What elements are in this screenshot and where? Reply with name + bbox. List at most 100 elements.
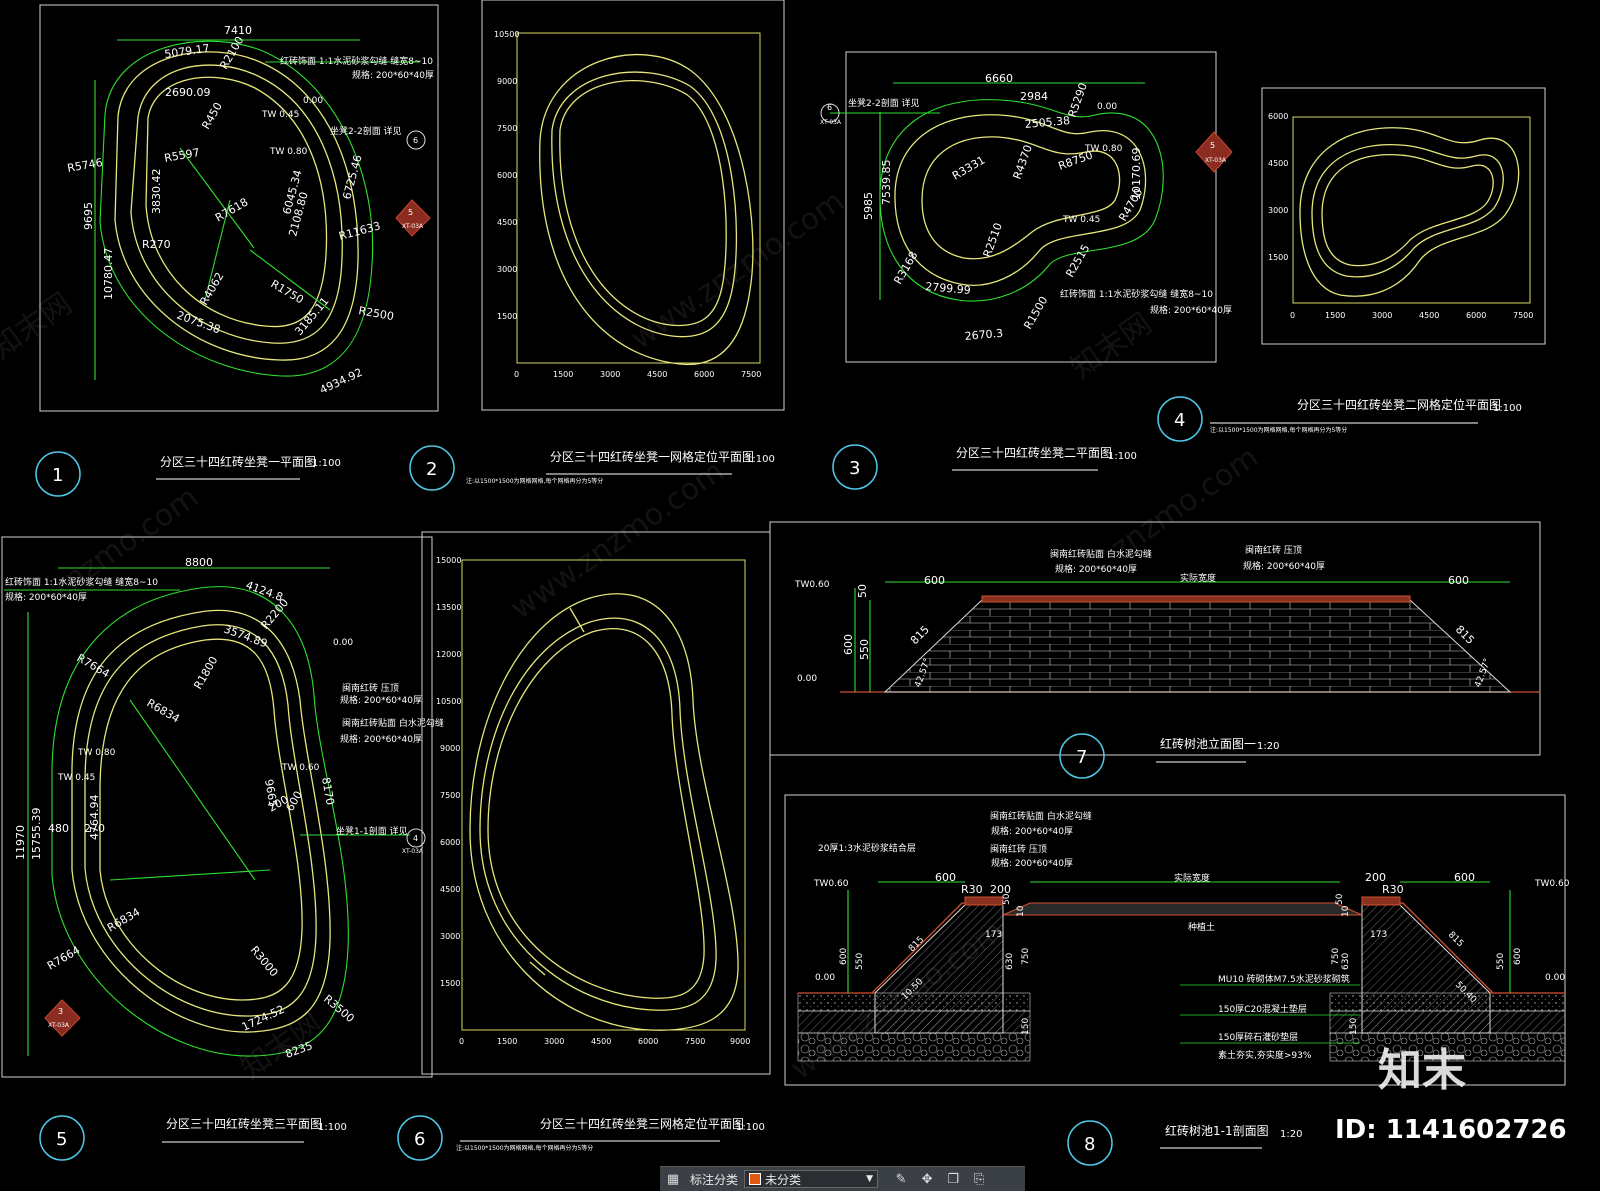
dim-text: 550 [858, 639, 871, 660]
outline-mid [479, 617, 717, 1011]
dim-text: 550 [1496, 953, 1506, 970]
grid-note: 注:以1500*1500为网格网格,每个网格再分为5等分 [456, 1144, 593, 1152]
grid-icon[interactable]: ▦ [662, 1169, 684, 1189]
leader-label: 规格: 200*60*40厚 [991, 857, 1073, 869]
leader-label: 规格: 200*60*40厚 [5, 591, 87, 603]
title-block-3: 3 分区三十四红砖坐凳二平面图 1:100 [832, 444, 1137, 490]
dim-text: R1750 [269, 277, 306, 306]
viewport-frame [481, 0, 785, 411]
dim-text: R30 [961, 883, 983, 896]
leader-label: 150厚碎石灌砂垫层 [1218, 1031, 1298, 1043]
callout-ref: XT-03A [1205, 157, 1227, 164]
view-scale: 1:100 [1493, 403, 1522, 414]
view-scale: 1:100 [312, 458, 341, 469]
tick-label: 6000 [638, 1037, 658, 1046]
callout-number: 4 [413, 834, 418, 843]
leader-label: 0.00 [1097, 102, 1117, 112]
viewport-frame [1, 536, 433, 1078]
view-number: 6 [414, 1129, 425, 1150]
dim-text: 600 [1513, 948, 1523, 965]
y-ticks: 6000 4500 3000 1500 [1268, 112, 1288, 262]
leader-label: 0.00 [333, 638, 353, 648]
copy-icon[interactable]: ❐ [942, 1169, 964, 1189]
dim-text: 600 [839, 948, 849, 965]
tick-label: 4500 [1419, 311, 1439, 320]
dim-text: 8800 [185, 556, 213, 569]
image-id: ID: 1141602726 [1335, 1115, 1567, 1145]
dim-text: R6834 [145, 696, 182, 725]
dim-text: 750 [1331, 948, 1341, 965]
tick-label: 1500 [553, 370, 573, 379]
dim-text: 9695 [82, 202, 95, 230]
tick-label: 4500 [497, 218, 517, 227]
leader-label: TW 0.60 [281, 763, 320, 773]
leader-label: 素土夯实,夯实度>93% [1218, 1049, 1312, 1061]
annotation-toolbar: ▦ 标注分类 未分类 ▼ ✎ ✥ ❐ ⎘ [660, 1166, 1025, 1191]
dim-text: 10170.69 [1130, 148, 1143, 201]
move-icon[interactable]: ✥ [916, 1169, 938, 1189]
leader-label: 规格: 200*60*40厚 [340, 733, 422, 745]
paste-icon[interactable]: ⎘ [968, 1169, 990, 1189]
callout-number: 3 [58, 1007, 63, 1016]
leader-label: 闽南红砖 压顶 [1245, 544, 1302, 556]
view-title: 分区三十四红砖坐凳二网格定位平面图 [1297, 397, 1501, 412]
tick-label: 1500 [440, 979, 460, 988]
tick-label: 13500 [436, 603, 461, 612]
dim-text: 10 [1341, 905, 1351, 917]
brick-wall [883, 599, 1512, 693]
dim-text: R450 [199, 100, 225, 131]
leader-label: TW0.60 [1534, 879, 1570, 889]
dim-text: R4370 [1011, 143, 1035, 181]
leader-label: 闽南红砖 压顶 [990, 843, 1047, 855]
view-title: 分区三十四红砖坐凳三网格定位平面图 [540, 1116, 744, 1131]
leader-label: TW 0.80 [269, 147, 308, 157]
view-7-elevation: 闽南红砖贴面 白水泥勾缝 规格: 200*60*40厚 闽南红砖 压顶 规格: … [769, 521, 1541, 756]
dim-text: R2510 [981, 221, 1005, 259]
masonry-left [874, 904, 1004, 1034]
dim-text: 2799.99 [925, 280, 971, 297]
view-2-grid: 10500 9000 7500 6000 4500 3000 1500 0 15… [481, 0, 785, 411]
tick-label: 7500 [440, 791, 460, 800]
tick-label: 6000 [1466, 311, 1486, 320]
leader-label: TW 0.45 [261, 110, 299, 120]
dim-text: 815 [1446, 930, 1465, 949]
brand-logo: 知末 [1378, 1045, 1466, 1096]
chevron-down-icon: ▼ [866, 1174, 874, 1184]
dim-text: R1800 [191, 654, 220, 691]
tick-label: 3000 [1268, 206, 1288, 215]
dim-text: 200 [1365, 871, 1386, 884]
dim-text: 2690.09 [165, 86, 211, 99]
leader-label: 0.00 [815, 973, 835, 983]
dim-text: 4934.92 [318, 366, 365, 397]
view-4-grid: 6000 4500 3000 1500 0 1500 3000 4500 600… [1261, 87, 1546, 345]
tick-label: 6000 [497, 171, 517, 180]
view-number: 3 [849, 458, 860, 479]
dim-text: 11970 [14, 825, 27, 860]
tick-label: 6000 [440, 838, 460, 847]
dim-text: 480 [48, 822, 69, 835]
tick-label: 9000 [440, 744, 460, 753]
leader-label: 实际宽度 [1174, 872, 1210, 884]
view-5-plan: 8800 4124.8 R2200 3574.89 R1800 R7664 R6… [1, 536, 444, 1078]
leader-label: TW 0.45 [1062, 215, 1100, 225]
tick-label: 12000 [436, 650, 461, 659]
dim-text: 10 [1016, 905, 1026, 917]
view-number: 1 [52, 465, 63, 486]
dim-text: 7410 [224, 24, 252, 37]
view-title: 分区三十四红砖坐凳一网格定位平面图 [550, 449, 754, 464]
leader-label: TW 0.80 [77, 748, 116, 758]
leader-label: 规格: 200*60*40厚 [991, 825, 1073, 837]
leader-label: 150厚C20混凝土垫层 [1218, 1003, 1307, 1015]
leader-label: 0.00 [797, 674, 817, 684]
tick-label: 3000 [440, 932, 460, 941]
leader-label: 规格: 200*60*40厚 [1150, 304, 1232, 316]
dim-text: 8170 [319, 776, 337, 806]
view-scale: 1:100 [318, 1122, 347, 1133]
edit-icon[interactable]: ✎ [890, 1169, 912, 1189]
tick-label: 4500 [440, 885, 460, 894]
view-scale: 1:20 [1280, 1129, 1302, 1140]
callout-number: 6 [827, 103, 832, 112]
view-number: 8 [1084, 1134, 1095, 1155]
category-select[interactable]: 未分类 ▼ [744, 1170, 879, 1188]
view-scale: 1:100 [1108, 451, 1137, 462]
